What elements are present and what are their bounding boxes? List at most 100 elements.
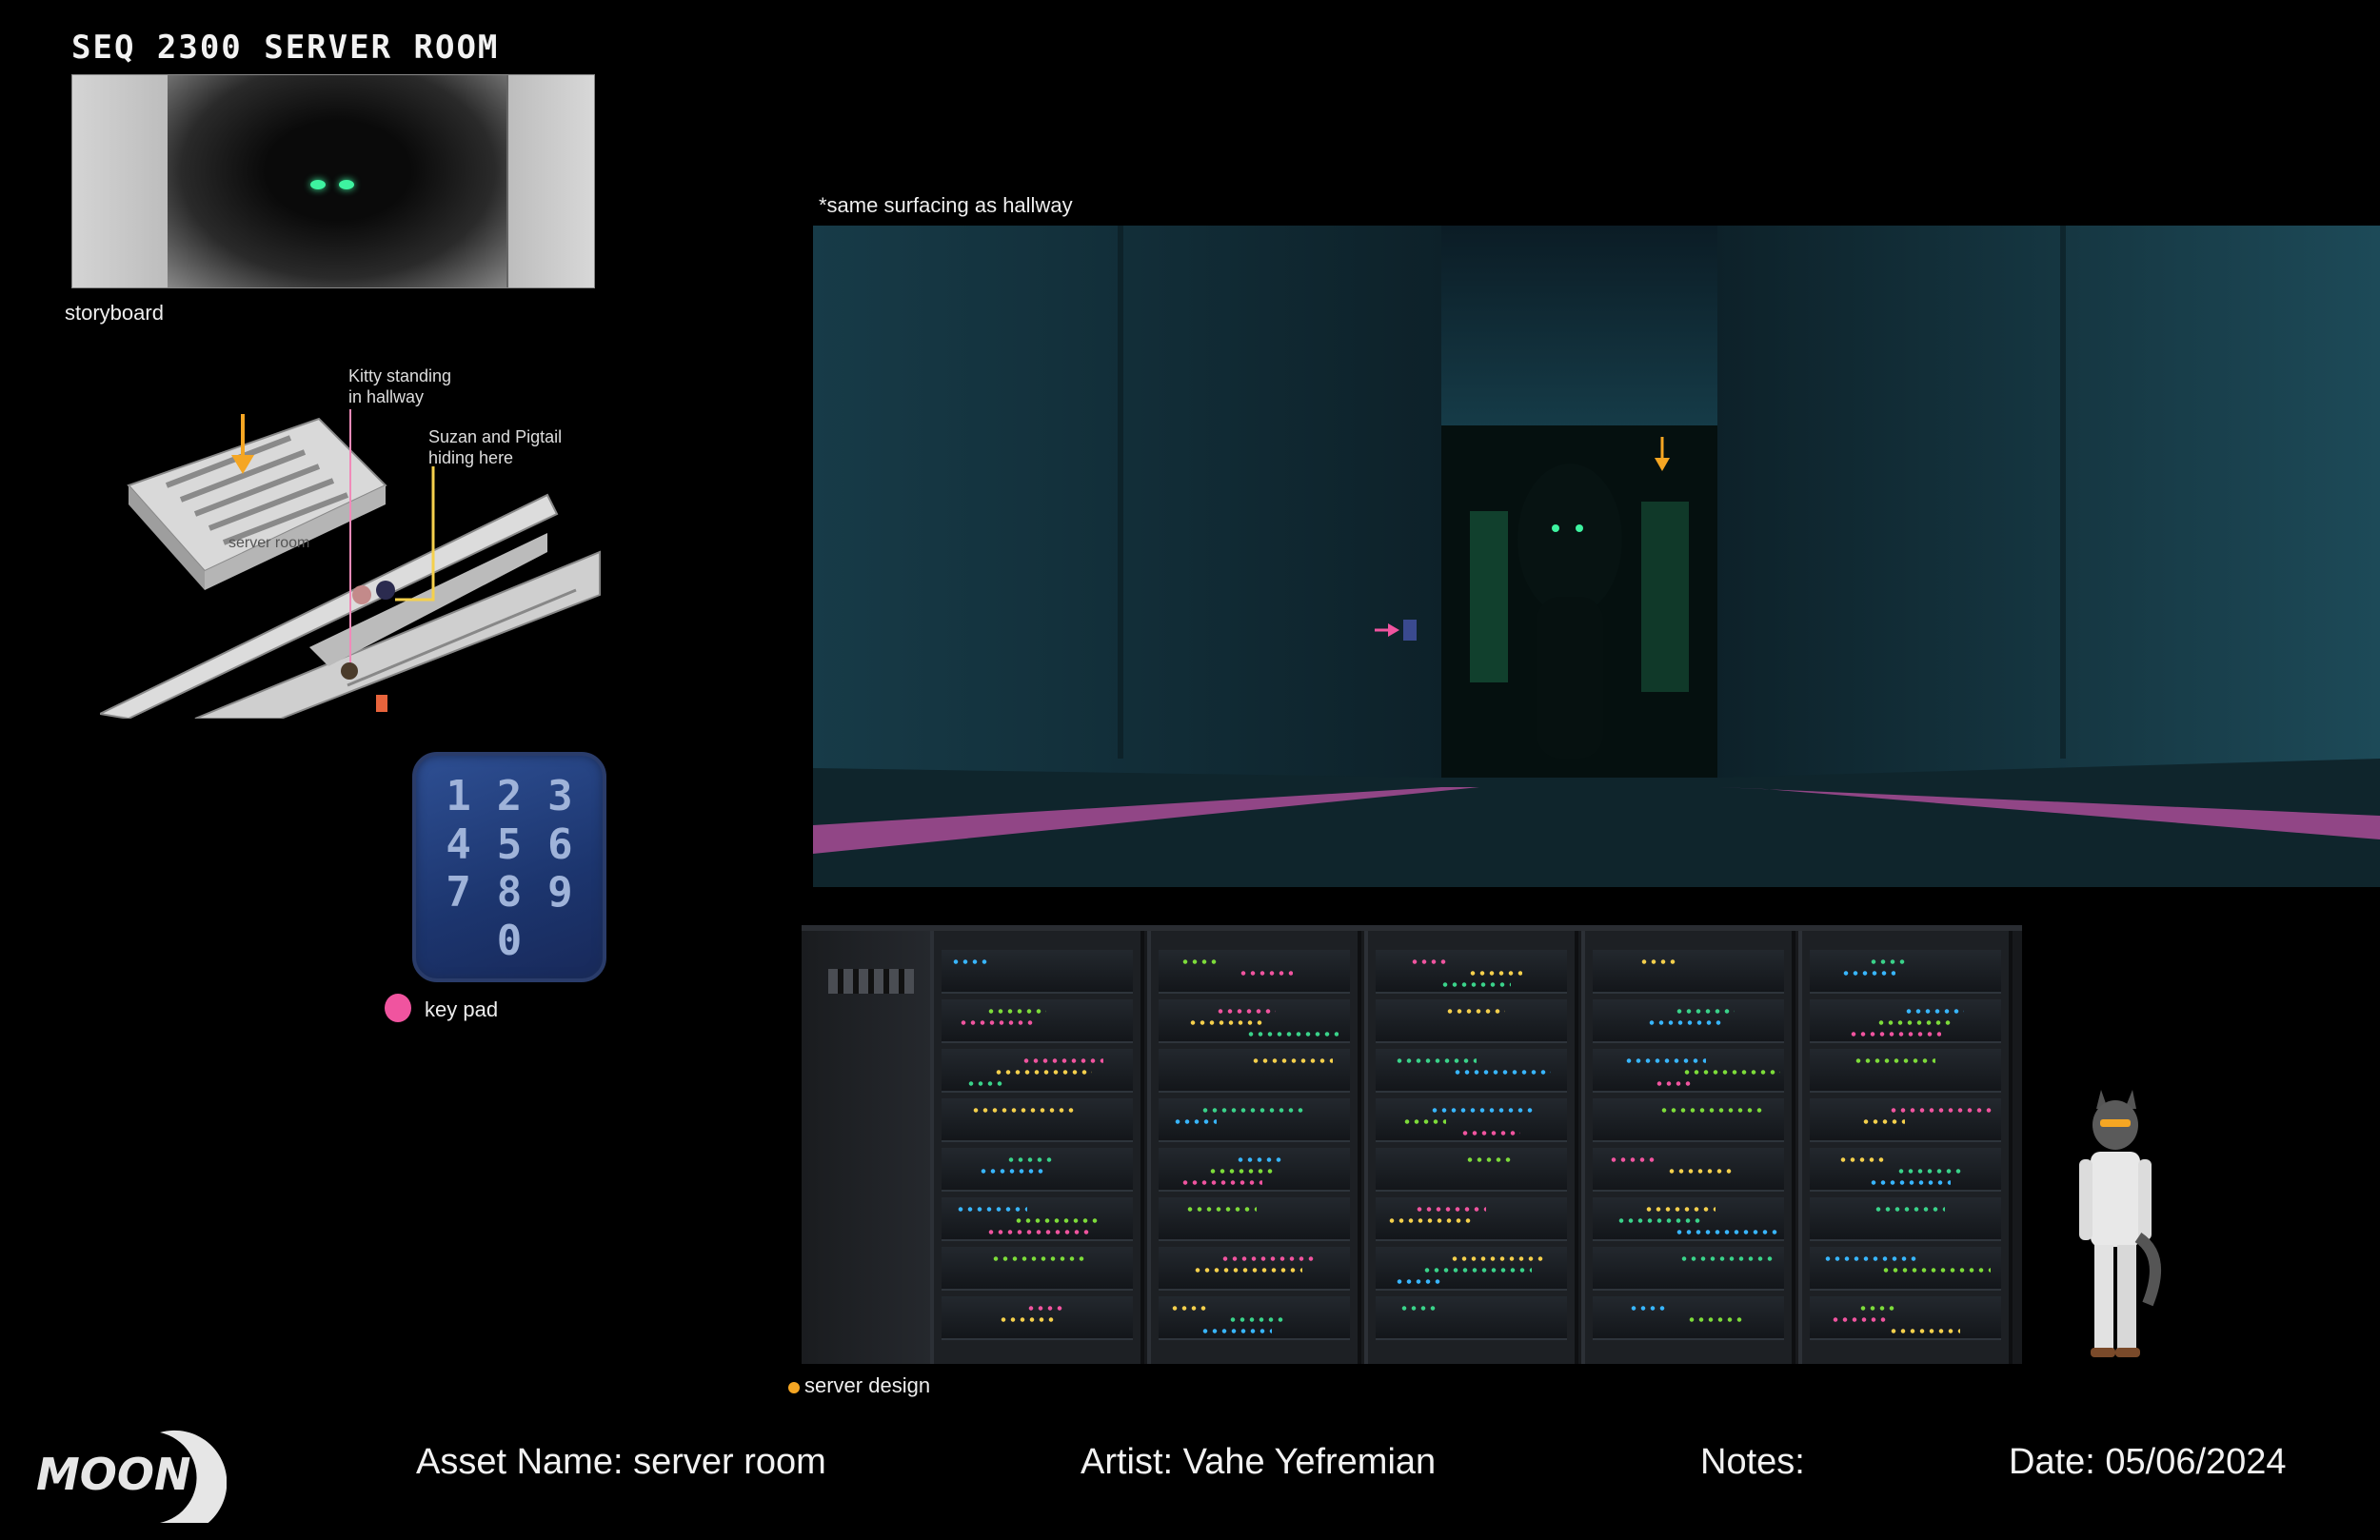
storyboard-label: storyboard xyxy=(65,301,164,325)
server-shelf xyxy=(1159,950,1350,994)
server-shelf xyxy=(1810,1197,2001,1241)
server-led-row xyxy=(1655,1081,1693,1086)
server-led-row xyxy=(1616,1218,1704,1223)
moon-logo-text: MOON xyxy=(36,1449,190,1500)
keypad-key: 7 xyxy=(446,868,471,917)
isometric-map xyxy=(100,409,601,719)
server-led-row xyxy=(1896,1169,1962,1174)
server-led-row xyxy=(1639,959,1677,964)
server-led-row xyxy=(1838,1157,1888,1162)
concept-painting xyxy=(813,226,2380,887)
server-led-row xyxy=(1679,1256,1773,1261)
server-led-row xyxy=(1675,1230,1778,1234)
server-led-row xyxy=(1440,982,1511,987)
server-shelf xyxy=(1593,1197,1784,1241)
server-rack xyxy=(1581,931,1795,1364)
storyboard-left-wall xyxy=(72,75,169,287)
server-led-row xyxy=(1849,1032,1941,1037)
server-shelf xyxy=(1593,1098,1784,1142)
server-rack xyxy=(1798,931,2013,1364)
server-led-row xyxy=(1889,1329,1960,1333)
keypad-key: 4 xyxy=(446,819,471,869)
server-led-row xyxy=(1395,1279,1444,1284)
server-shelf xyxy=(1810,999,2001,1043)
server-shelf xyxy=(1593,999,1784,1043)
server-led-row xyxy=(1430,1108,1534,1113)
server-led-row xyxy=(1629,1306,1668,1311)
server-led-row xyxy=(1170,1306,1209,1311)
key-pad-label: key pad xyxy=(425,997,499,1021)
server-shelf xyxy=(942,950,1133,994)
server-vent xyxy=(828,969,914,994)
server-shelf xyxy=(1810,1049,2001,1093)
server-shelf xyxy=(942,1098,1133,1142)
server-shelf xyxy=(1810,1148,2001,1192)
server-led-row xyxy=(971,1108,1075,1113)
asset-name: Asset Name: server room xyxy=(416,1442,826,1482)
server-shelf xyxy=(1593,950,1784,994)
server-led-row xyxy=(1246,1032,1339,1037)
server-shelf xyxy=(1810,1247,2001,1291)
server-shelf xyxy=(1159,1296,1350,1340)
server-led-row xyxy=(1874,1207,1945,1212)
server-shelf xyxy=(1376,1148,1567,1192)
server-led-row xyxy=(1006,1157,1056,1162)
server-led-row xyxy=(1450,1256,1543,1261)
wolf-character-figure xyxy=(2079,1090,2161,1357)
server-shelf xyxy=(1376,1247,1567,1291)
server-led-row xyxy=(1208,1169,1274,1174)
server-shelf xyxy=(942,1296,1133,1340)
moon-logo: MOON xyxy=(36,1430,227,1523)
server-shelf xyxy=(1376,1049,1567,1093)
server-led-row xyxy=(1445,1009,1505,1014)
server-led-row xyxy=(1869,1180,1951,1185)
server-room-map-label: server room xyxy=(228,535,310,551)
server-led-row xyxy=(1228,1317,1283,1322)
server-led-row xyxy=(1410,959,1448,964)
server-led-row xyxy=(1876,1020,1953,1025)
server-shelf xyxy=(1593,1049,1784,1093)
server-led-row xyxy=(1468,971,1522,976)
keypad-key: 6 xyxy=(547,819,573,869)
server-shelf xyxy=(1159,1247,1350,1291)
server-led-row xyxy=(1460,1131,1520,1135)
server-led-row xyxy=(1220,1256,1314,1261)
keypad-key: 9 xyxy=(547,868,573,917)
server-led-row xyxy=(1823,1256,1916,1261)
server-led-row xyxy=(1644,1207,1716,1212)
storyboard-dark-doorway xyxy=(168,75,508,287)
server-shelf xyxy=(942,1049,1133,1093)
artist-name: Artist: Vahe Yefremian xyxy=(1081,1442,1437,1482)
server-shelf xyxy=(1593,1247,1784,1291)
storyboard-right-wall xyxy=(506,75,594,287)
server-led-row xyxy=(1861,1119,1905,1124)
server-rack xyxy=(1364,931,1578,1364)
server-led-row xyxy=(1841,971,1895,976)
server-led-row xyxy=(986,1009,1046,1014)
server-led-row xyxy=(951,959,989,964)
server-led-row xyxy=(979,1169,1044,1174)
server-shelf xyxy=(1159,1049,1350,1093)
keypad-design: 1 2 3 4 5 6 7 8 9 0 xyxy=(412,752,606,982)
callout-kitty: Kitty standing in hallway xyxy=(348,365,451,407)
server-led-row xyxy=(1021,1058,1103,1063)
server-shelf xyxy=(1593,1148,1784,1192)
glowing-eye-right xyxy=(339,180,354,189)
server-led-row xyxy=(1422,1268,1532,1273)
server-shelf xyxy=(1159,1148,1350,1192)
server-led-row xyxy=(1647,1020,1723,1025)
server-shelf xyxy=(942,1197,1133,1241)
keypad-key: 8 xyxy=(496,868,523,917)
server-shelf xyxy=(1593,1296,1784,1340)
server-led-row xyxy=(999,1317,1054,1322)
server-shelf xyxy=(1159,1197,1350,1241)
server-shelf xyxy=(942,1247,1133,1291)
server-led-row xyxy=(966,1081,1004,1086)
server-led-row xyxy=(1831,1317,1886,1322)
server-led-row xyxy=(1188,1020,1264,1025)
keypad-key: 1 xyxy=(446,772,471,820)
server-shelf xyxy=(1376,950,1567,994)
server-side-panel xyxy=(802,931,933,1364)
server-led-row xyxy=(1185,1207,1257,1212)
server-shelf xyxy=(1376,1197,1567,1241)
